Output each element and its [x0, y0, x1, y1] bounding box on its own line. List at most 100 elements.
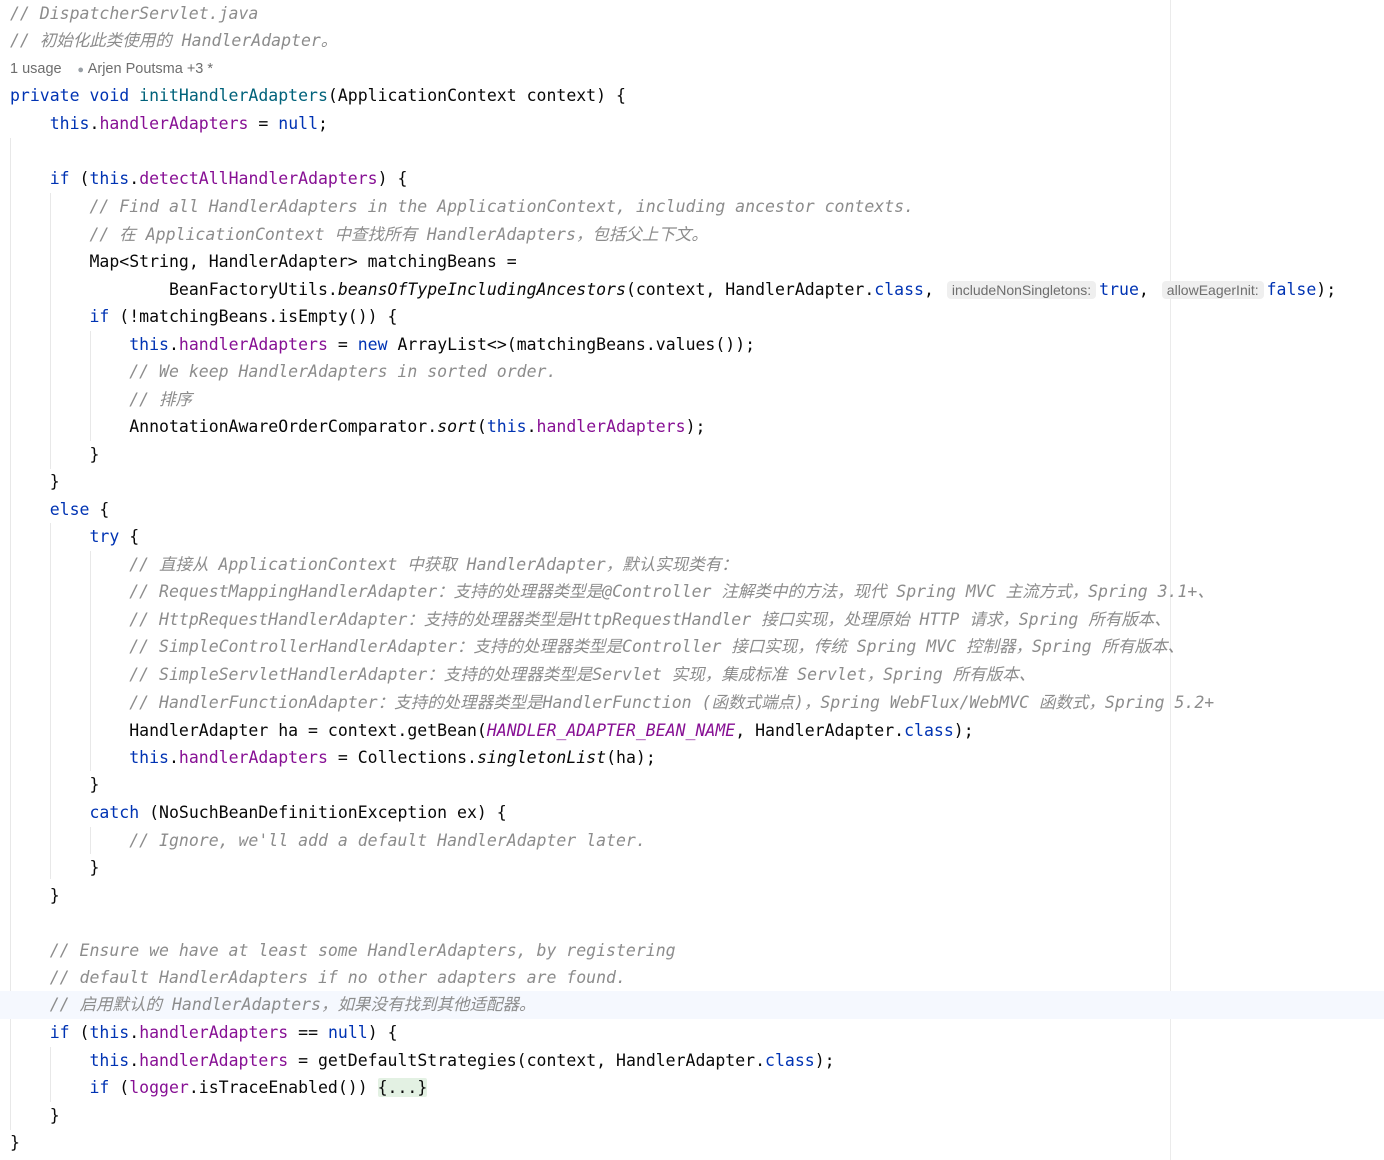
code-text: (context, HandlerAdapter.	[625, 280, 875, 299]
code-text: AnnotationAwareOrderComparator.	[129, 417, 438, 436]
parameter-hint: includeNonSingletons:	[946, 281, 1097, 299]
keyword: class	[874, 280, 924, 299]
code-line: this.handlerAdapters = new ArrayList<>(m…	[129, 335, 756, 354]
code-editor[interactable]: // DispatcherServlet.java // 初始化此类使用的 Ha…	[0, 0, 1384, 1160]
keyword: if	[49, 169, 70, 188]
code-text: (!matchingBeans.isEmpty()) {	[119, 307, 398, 326]
keyword: this	[129, 335, 169, 354]
code-line: this.handlerAdapters = getDefaultStrateg…	[89, 1051, 835, 1070]
code-line: // 排序	[10, 386, 192, 414]
code-line: catch (NoSuchBeanDefinitionException ex)…	[10, 799, 507, 827]
keyword: private void	[10, 86, 130, 105]
code-line: // Ensure we have at least some HandlerA…	[10, 937, 676, 965]
code-text: ArrayList<>(matchingBeans.values());	[397, 335, 756, 354]
comment: // Ensure we have at least some HandlerA…	[49, 941, 676, 960]
usage-author-inlay: 1 usage ● Arjen Poutsma +3 *	[10, 55, 213, 83]
comment: // Find all HandlerAdapters in the Appli…	[89, 197, 914, 216]
author-link[interactable]: Arjen Poutsma +3 *	[88, 61, 213, 77]
method-call[interactable]: singletonList	[477, 748, 606, 767]
comment: // DispatcherServlet.java	[10, 4, 259, 23]
code-text: HandlerAdapter ha = context.getBean(	[129, 721, 487, 740]
field-ref[interactable]: logger	[129, 1078, 189, 1097]
field-ref[interactable]: handlerAdapters	[139, 1023, 288, 1042]
field-ref[interactable]: handlerAdapters	[537, 417, 686, 436]
keyword: this	[129, 748, 169, 767]
keyword: class	[904, 721, 954, 740]
code-line: }	[10, 775, 100, 794]
keyword: if	[89, 307, 110, 326]
keyword: false	[1266, 280, 1317, 299]
code-line: // HttpRequestHandlerAdapter：支持的处理器类型是Ht…	[10, 606, 1171, 634]
keyword: else	[49, 500, 90, 519]
comment: // SimpleControllerHandlerAdapter：支持的处理器…	[129, 637, 1185, 656]
code-text: .isTraceEnabled())	[188, 1078, 378, 1097]
code-line: try {	[89, 527, 140, 546]
code-line: // HandlerFunctionAdapter：支持的处理器类型是Handl…	[10, 689, 1214, 717]
code-text: Collections.	[357, 748, 477, 767]
keyword: this	[49, 114, 90, 133]
code-line: HandlerAdapter ha = context.getBean(HAND…	[129, 721, 974, 740]
keyword: true	[1099, 280, 1139, 299]
keyword: null	[327, 1023, 368, 1042]
constant-ref[interactable]: HANDLER_ADAPTER_BEAN_NAME	[487, 721, 735, 740]
code-line-2: // 初始化此类使用的 HandlerAdapter。	[10, 27, 337, 55]
code-line-method-signature: private void initHandlerAdapters(Applica…	[10, 82, 626, 110]
field-ref[interactable]: detectAllHandlerAdapters	[139, 169, 377, 188]
person-icon: ●	[77, 64, 85, 76]
field-ref[interactable]: handlerAdapters	[179, 748, 328, 767]
method-call[interactable]: sort	[437, 417, 477, 436]
keyword: null	[278, 114, 319, 133]
keyword: this	[486, 417, 527, 436]
usage-count-link[interactable]: 1 usage	[10, 61, 62, 77]
method-call[interactable]: beansOfTypeIncludingAncestors	[338, 280, 626, 299]
code-line-current: // 启用默认的 HandlerAdapters，如果没有找到其他适配器。	[10, 991, 536, 1019]
comment: // 初始化此类使用的 HandlerAdapter。	[10, 31, 338, 50]
method-name[interactable]: initHandlerAdapters	[139, 86, 328, 105]
code-text: Map<String, HandlerAdapter> matchingBean…	[89, 252, 517, 271]
code-line: // SimpleServletHandlerAdapter：支持的处理器类型是…	[10, 661, 1035, 689]
code-line: BeanFactoryUtils.beansOfTypeIncludingAnc…	[168, 280, 1337, 299]
keyword: class	[765, 1051, 815, 1070]
code-line: if (logger.isTraceEnabled()) {...}	[89, 1078, 428, 1097]
code-line: Map<String, HandlerAdapter> matchingBean…	[10, 248, 517, 276]
keyword: this	[89, 169, 130, 188]
code-line: // 在 ApplicationContext 中查找所有 HandlerAda…	[10, 221, 707, 249]
code-line: // 直接从 ApplicationContext 中获取 HandlerAda…	[10, 551, 738, 579]
comment: // 直接从 ApplicationContext 中获取 HandlerAda…	[129, 555, 738, 574]
keyword: new	[357, 335, 388, 354]
code-text: (NoSuchBeanDefinitionException ex) {	[149, 803, 507, 822]
comment: // default HandlerAdapters if no other a…	[49, 968, 626, 987]
keyword: catch	[89, 803, 140, 822]
code-line: }	[10, 472, 60, 491]
field-ref[interactable]: handlerAdapters	[99, 114, 248, 133]
code-text: BeanFactoryUtils.	[168, 280, 338, 299]
code-line: // Ignore, we'll add a default HandlerAd…	[10, 827, 646, 855]
keyword: this	[89, 1051, 130, 1070]
code-line-1: // DispatcherServlet.java	[10, 0, 258, 28]
code-line: // RequestMappingHandlerAdapter：支持的处理器类型…	[10, 578, 1214, 606]
code-line: // SimpleControllerHandlerAdapter：支持的处理器…	[10, 633, 1184, 661]
code-text: , HandlerAdapter.	[735, 721, 905, 740]
code-line: this.handlerAdapters = Collections.singl…	[129, 748, 656, 767]
keyword: this	[89, 1023, 130, 1042]
code-text: getDefaultStrategies(context, HandlerAda…	[318, 1051, 766, 1070]
comment: // HandlerFunctionAdapter：支持的处理器类型是Handl…	[129, 693, 1215, 712]
code-line: if (this.detectAllHandlerAdapters) {	[49, 169, 408, 188]
code-line: else {	[49, 500, 110, 519]
comment: // SimpleServletHandlerAdapter：支持的处理器类型是…	[129, 665, 1036, 684]
code-line: AnnotationAwareOrderComparator.sort(this…	[129, 417, 706, 436]
field-ref[interactable]: handlerAdapters	[139, 1051, 288, 1070]
field-ref[interactable]: handlerAdapters	[179, 335, 328, 354]
folded-code-block[interactable]: {...}	[377, 1078, 428, 1097]
code-line: // Find all HandlerAdapters in the Appli…	[10, 193, 914, 221]
keyword: if	[49, 1023, 70, 1042]
comment: // 排序	[129, 390, 193, 409]
code-line: }	[10, 1133, 20, 1152]
code-line: // default HandlerAdapters if no other a…	[10, 964, 626, 992]
comment: // Ignore, we'll add a default HandlerAd…	[129, 831, 646, 850]
code-line: this.handlerAdapters = null;	[49, 114, 328, 133]
comment: // We keep HandlerAdapters in sorted ord…	[129, 362, 557, 381]
code-line: }	[10, 858, 100, 877]
code-line: if (!matchingBeans.isEmpty()) {	[10, 303, 397, 331]
code-line: }	[10, 445, 100, 464]
